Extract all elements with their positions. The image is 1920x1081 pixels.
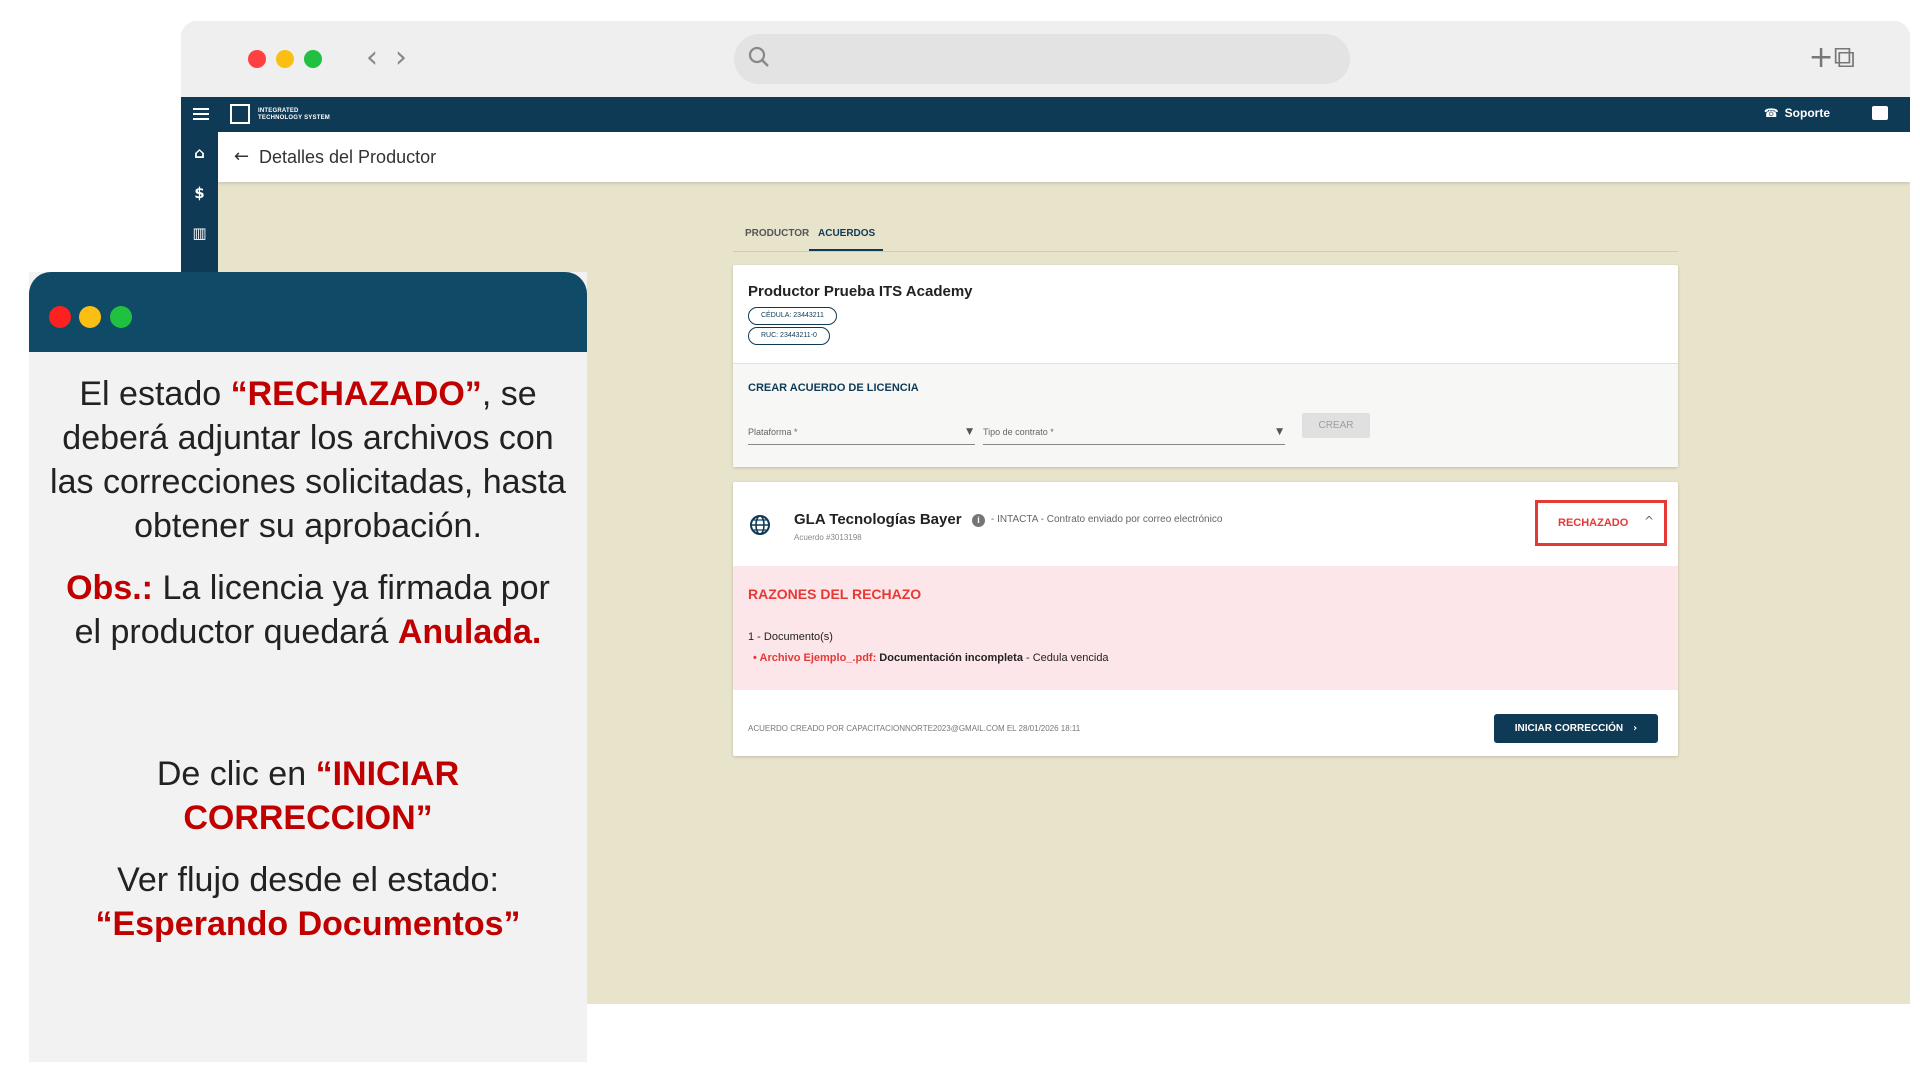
active-tab-indicator: [809, 249, 883, 251]
producer-card: Productor Prueba ITS Academy CÉDULA: 234…: [733, 265, 1678, 467]
create-button[interactable]: CREAR: [1302, 413, 1370, 438]
create-agreement-title: CREAR ACUERDO DE LICENCIA: [748, 382, 919, 394]
yellow-dot: [79, 306, 101, 328]
create-agreement-section: [733, 364, 1678, 467]
close-window-dot[interactable]: [248, 50, 266, 68]
rejection-doc-count: 1 - Documento(s): [748, 631, 833, 643]
search-icon: [748, 46, 769, 67]
its-logo-text: INTEGRATED TECHNOLOGY SYSTEM: [258, 108, 330, 121]
ruc-chip: RUC: 23443211-0: [748, 327, 830, 345]
agreement-number: Acuerdo #3013198: [794, 533, 862, 542]
instruction-paragraph-2: Obs.: La licencia ya firmada por el prod…: [66, 569, 550, 651]
phone-icon: ☎: [1763, 106, 1779, 120]
instruction-text: El estado “RECHAZADO”, se deberá adjunta…: [49, 372, 567, 964]
tab-acuerdos[interactable]: ACUERDOS: [818, 228, 875, 239]
tab-bar: PRODUCTOR ACUERDOS: [733, 222, 1678, 252]
platform-placeholder: Plataforma *: [748, 427, 798, 437]
page-title-bar: ← Detalles del Productor: [218, 132, 1910, 182]
page-title: Detalles del Productor: [259, 147, 437, 167]
globe-icon: [750, 515, 770, 535]
chevron-up-icon: ^: [1644, 514, 1655, 528]
instruction-paragraph-1: El estado “RECHAZADO”, se deberá adjunta…: [50, 375, 566, 545]
support-link[interactable]: ☎ Soporte: [1764, 106, 1830, 120]
instruction-card-header: [29, 272, 587, 352]
info-icon[interactable]: i: [972, 514, 985, 527]
minimize-window-dot[interactable]: [276, 50, 294, 68]
app-header: INTEGRATED TECHNOLOGY SYSTEM ☎ Soporte: [181, 97, 1910, 132]
contract-type-select[interactable]: Tipo de contrato * ▼: [983, 419, 1285, 445]
dropdown-arrow-icon: ▼: [966, 427, 973, 437]
maximize-window-dot[interactable]: [304, 50, 322, 68]
rejected-file-name[interactable]: • Archivo Ejemplo_.pdf:: [753, 652, 876, 664]
address-bar[interactable]: [734, 34, 1350, 84]
rejection-reason: Documentación incompleta: [879, 652, 1023, 664]
dollar-icon[interactable]: $: [181, 184, 218, 202]
green-dot: [110, 306, 132, 328]
status-toggle[interactable]: RECHAZADO ^: [1535, 500, 1667, 546]
tab-productor[interactable]: PRODUCTOR: [745, 228, 809, 239]
agreement-name: GLA Tecnologías Bayer: [794, 511, 962, 528]
dropdown-arrow-icon: ▼: [1276, 427, 1283, 437]
chart-icon[interactable]: ▥: [181, 224, 218, 242]
its-logo-icon: [230, 104, 250, 124]
instruction-card: El estado “RECHAZADO”, se deberá adjunta…: [29, 272, 587, 1062]
rejection-detail: - Cedula vencida: [1026, 652, 1109, 664]
agreement-card: GLA Tecnologías Bayer i - INTACTA - Cont…: [733, 482, 1678, 756]
agreement-status-note: - INTACTA - Contrato enviado por correo …: [991, 514, 1223, 525]
cedula-chip: CÉDULA: 23443211: [748, 307, 837, 325]
agreement-footer: ACUERDO CREADO POR CAPACITACIONNORTE2023…: [748, 724, 1081, 733]
forward-arrow-icon[interactable]: ›: [395, 43, 407, 73]
instruction-paragraph-4: Ver flujo desde el estado: “Esperando Doc…: [95, 861, 521, 943]
back-icon[interactable]: ←: [234, 146, 249, 167]
rejection-panel: RAZONES DEL RECHAZO 1 - Documento(s) • A…: [733, 566, 1678, 690]
platform-select[interactable]: Plataforma * ▼: [748, 419, 975, 445]
instruction-paragraph-3: De clic en “INICIAR CORRECCION”: [156, 755, 460, 837]
start-correction-button[interactable]: INICIAR CORRECCIÓN ›: [1494, 714, 1658, 743]
rejection-detail-line: • Archivo Ejemplo_.pdf: Documentación in…: [753, 652, 1109, 664]
new-tab-icon[interactable]: +⧉: [1808, 43, 1855, 73]
red-dot: [49, 306, 71, 328]
chat-icon[interactable]: [1872, 106, 1888, 120]
back-arrow-icon[interactable]: ‹: [366, 43, 378, 73]
contract-type-placeholder: Tipo de contrato *: [983, 427, 1054, 437]
menu-icon[interactable]: [193, 108, 209, 120]
home-icon[interactable]: ⌂: [181, 144, 218, 162]
browser-chrome: ‹ › +⧉: [181, 21, 1910, 97]
producer-name: Productor Prueba ITS Academy: [748, 283, 973, 300]
status-badge: RECHAZADO: [1558, 517, 1629, 529]
rejection-title: RAZONES DEL RECHAZO: [748, 586, 922, 602]
start-correction-label: INICIAR CORRECCIÓN: [1514, 723, 1624, 734]
chevron-right-icon: ›: [1633, 723, 1638, 734]
